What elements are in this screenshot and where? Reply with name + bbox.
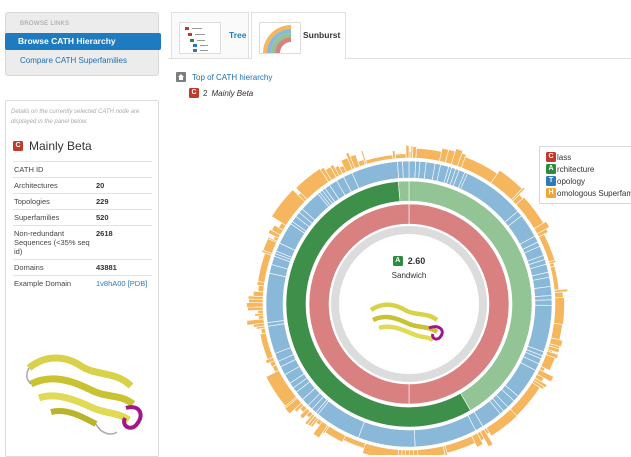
architecture-segment[interactable] bbox=[397, 180, 410, 202]
legend: C lass A rchitecture T opology H omologo… bbox=[539, 146, 631, 204]
sunburst-chart[interactable] bbox=[0, 0, 631, 455]
legend-item: C lass bbox=[546, 152, 571, 162]
superfamily-segment[interactable] bbox=[257, 285, 265, 293]
superfamily-segment[interactable] bbox=[257, 309, 264, 314]
topology-segment[interactable] bbox=[265, 272, 287, 324]
center-label: A 2.60 Sandwich bbox=[374, 256, 444, 280]
superfamily-segment[interactable] bbox=[401, 449, 406, 455]
architecture-badge: A bbox=[392, 256, 403, 266]
legend-text: opology bbox=[557, 176, 586, 186]
superfamily-segment[interactable] bbox=[247, 306, 264, 311]
class-badge: C bbox=[546, 152, 556, 162]
topology-segment[interactable] bbox=[267, 323, 292, 354]
superfamily-segment[interactable] bbox=[405, 449, 411, 455]
superfamily-segment[interactable] bbox=[412, 449, 419, 455]
superfamily-segment[interactable] bbox=[394, 153, 407, 159]
superfamily-segment[interactable] bbox=[550, 322, 563, 341]
topology-segment[interactable] bbox=[534, 299, 553, 306]
legend-text: omologous Superfamily bbox=[557, 188, 631, 198]
legend-item: T opology bbox=[546, 176, 585, 186]
superfamily-segment[interactable] bbox=[260, 327, 267, 335]
center-code: A 2.60 bbox=[374, 256, 444, 266]
center-code-text: 2.60 bbox=[407, 256, 426, 266]
legend-text: lass bbox=[557, 152, 572, 162]
legend-text: rchitecture bbox=[557, 164, 595, 174]
protein-structure-center-image bbox=[369, 302, 444, 342]
topology-segment[interactable] bbox=[533, 286, 553, 297]
superfamily-segment[interactable] bbox=[417, 445, 446, 455]
superfamily-segment[interactable] bbox=[246, 302, 264, 308]
superfamily-segment[interactable] bbox=[553, 297, 565, 325]
homologous-superfamily-badge: H bbox=[546, 188, 556, 198]
superfamily-segment[interactable] bbox=[549, 265, 560, 291]
superfamily-segment[interactable] bbox=[415, 147, 442, 162]
center-name: Sandwich bbox=[391, 271, 427, 280]
legend-item: H omologous Superfamily bbox=[546, 188, 631, 198]
superfamily-segment[interactable] bbox=[405, 145, 410, 159]
legend-item: A rchitecture bbox=[546, 164, 594, 174]
topology-segment[interactable] bbox=[408, 160, 417, 179]
superfamily-segment[interactable] bbox=[554, 291, 564, 299]
topology-badge: T bbox=[546, 176, 556, 186]
topology-segment[interactable] bbox=[402, 160, 410, 179]
architecture-badge: A bbox=[546, 164, 556, 174]
superfamily-segment[interactable] bbox=[409, 449, 414, 455]
